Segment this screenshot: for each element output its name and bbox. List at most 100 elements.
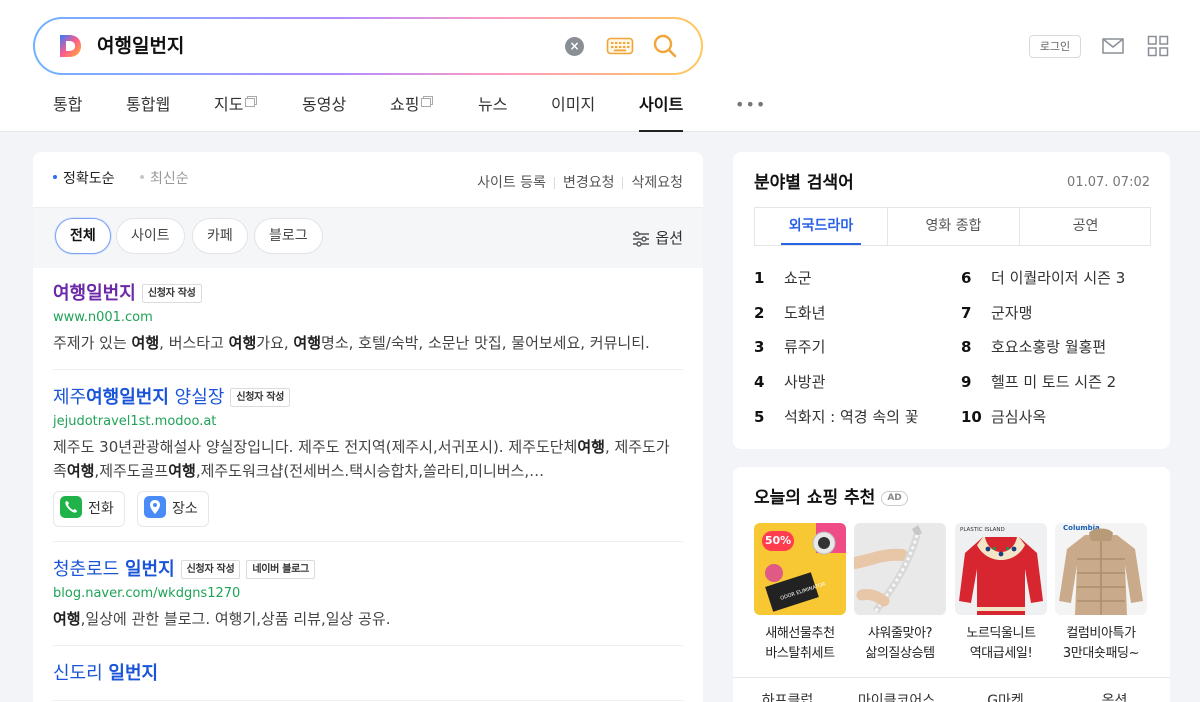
rank-number: 5 <box>754 408 765 426</box>
tab-shopping[interactable]: 쇼핑 <box>390 95 432 132</box>
applicant-badge: 신청자 작성 <box>230 388 291 407</box>
title-highlight: 여행일번지 <box>53 283 136 304</box>
call-button[interactable]: 전화 <box>53 491 125 527</box>
sort-bar: 정확도순 최신순 사이트 등록 변경요청 삭제요청 <box>33 152 703 207</box>
place-label: 장소 <box>172 501 198 517</box>
caption-line: 컬럼비아특가 <box>1066 626 1136 641</box>
sort-latest[interactable]: 최신순 <box>140 170 189 188</box>
site-request-links: 사이트 등록 변경요청 삭제요청 <box>477 172 683 192</box>
product-image <box>854 523 946 615</box>
tab-label: 이미지 <box>551 95 596 114</box>
result-title-link[interactable]: 신도리 일번지 <box>53 663 158 684</box>
filter-blog[interactable]: 블로그 <box>254 218 323 254</box>
login-button[interactable]: 로그인 <box>1029 35 1081 58</box>
search-input[interactable]: 여행일번지 <box>97 33 184 59</box>
panel-title: 오늘의 쇼핑 추천 AD <box>754 487 908 509</box>
tab-label: 사이트 <box>639 95 684 114</box>
shopping-mall-links: 하프클럽 마이클코어스 G마켓 옥션 <box>733 677 1170 702</box>
tab-video[interactable]: 동영상 <box>302 95 346 132</box>
keyword-label: 금심사옥 <box>991 408 1047 426</box>
product-image: ODOR ELIMINATOR 50% <box>754 523 846 615</box>
tab-site[interactable]: 사이트 <box>639 95 684 132</box>
result-url[interactable]: jejudotravel1st.modoo.at <box>53 413 683 430</box>
title-text: 양실장 <box>168 387 225 408</box>
tab-news[interactable]: 뉴스 <box>478 95 507 132</box>
product-card[interactable]: 샤워줄맞아? 삶의질상승템 <box>854 523 946 664</box>
sort-accuracy[interactable]: 정확도순 <box>53 170 115 188</box>
mall-link[interactable]: 마이클코어스 <box>842 690 951 702</box>
result-url[interactable]: blog.naver.com/wkdgns1270 <box>53 585 683 602</box>
update-time: 01.07. 07:02 <box>1067 175 1150 190</box>
register-site-link[interactable]: 사이트 등록 <box>477 175 546 191</box>
category-keywords-panel: 분야별 검색어 01.07. 07:02 외국드라마 영화 종합 공연 1 쇼군 … <box>733 152 1170 449</box>
applicant-badge: 신청자 작성 <box>141 284 202 303</box>
clear-search-button[interactable]: × <box>565 37 584 56</box>
mall-link[interactable]: G마켓 <box>951 690 1060 702</box>
result-title-link[interactable]: 여행일번지 <box>53 283 136 304</box>
place-button[interactable]: 장소 <box>137 491 209 527</box>
keyword-item[interactable]: 1 쇼군 <box>754 266 812 290</box>
product-card[interactable]: ODOR ELIMINATOR 50% 새해선물추천 바스탈취세트 <box>754 523 846 664</box>
tab-map[interactable]: 지도 <box>214 95 256 132</box>
sale-badge: 50% <box>762 531 794 551</box>
product-card[interactable]: Columbia 컬럼비아특가 3만대숏패딩~ <box>1055 523 1147 664</box>
keyword-label: 도화년 <box>784 304 826 322</box>
search-icon[interactable] <box>652 33 678 59</box>
mall-link[interactable]: 하프클럽 <box>733 690 842 702</box>
mall-link[interactable]: 옥션 <box>1060 690 1169 702</box>
keyword-item[interactable]: 7 군자맹 <box>961 301 1032 325</box>
rank-number: 10 <box>961 408 982 426</box>
caption-line: 노르딕울니트 <box>966 626 1036 641</box>
product-card[interactable]: PLASTIC ISLAND 노르딕울니트 역대급세일! <box>955 523 1047 664</box>
more-tabs-button[interactable]: ••• <box>735 95 766 115</box>
keyword-item[interactable]: 4 사방관 <box>754 370 825 394</box>
inactive-dot-icon <box>140 175 144 179</box>
keyword-label: 호요소홍랑 월홍편 <box>991 338 1107 356</box>
tab-foreign-drama[interactable]: 외국드라마 <box>755 208 887 245</box>
keyword-item[interactable]: 8 호요소홍랑 월홍편 <box>961 335 1106 359</box>
keyboard-icon[interactable] <box>606 34 634 58</box>
tab-integrated-web[interactable]: 통합웹 <box>126 95 170 132</box>
result-description: 주제가 있는 여행, 버스타고 여행가요, 여행명소, 호텔/숙박, 소문난 맛… <box>53 334 650 352</box>
search-box-inner[interactable]: 여행일번지 × <box>35 19 701 73</box>
tab-performance[interactable]: 공연 <box>1019 208 1151 245</box>
divider <box>553 177 555 189</box>
apps-grid-icon[interactable] <box>1147 35 1169 57</box>
tab-movies[interactable]: 영화 종합 <box>887 208 1019 245</box>
result-url[interactable]: www.n001.com <box>53 309 683 326</box>
panel-title: 분야별 검색어 <box>754 173 854 193</box>
mail-icon[interactable] <box>1102 37 1124 55</box>
keyword-item[interactable]: 10 금심사옥 <box>961 405 1046 429</box>
title-text: 신도리 <box>53 663 109 684</box>
filter-all[interactable]: 전체 <box>55 218 111 254</box>
keyword-item[interactable]: 5 석화지 : 역경 속의 꽃 <box>754 405 919 429</box>
keyword-item[interactable]: 3 류주기 <box>754 335 825 359</box>
keyword-item[interactable]: 6 더 이퀄라이저 시즌 3 <box>961 266 1125 290</box>
tab-label: 통합웹 <box>126 95 171 114</box>
keyword-label: 더 이퀄라이저 시즌 3 <box>991 269 1126 287</box>
filter-site[interactable]: 사이트 <box>116 218 185 254</box>
keyword-label: 류주기 <box>784 338 826 356</box>
daum-logo-icon[interactable] <box>57 33 83 59</box>
filter-cafe[interactable]: 카페 <box>192 218 248 254</box>
search-box[interactable]: 여행일번지 × <box>33 17 703 75</box>
sort-label: 최신순 <box>150 171 189 187</box>
result-item: 여행일번지 신청자 작성 www.n001.com 주제가 있는 여행, 버스타고… <box>53 282 683 370</box>
keyword-label: 석화지 : 역경 속의 꽃 <box>784 408 919 426</box>
divider <box>622 177 624 189</box>
result-title: 신도리 일번지 <box>53 662 683 686</box>
options-button[interactable]: 옵션 <box>632 227 683 248</box>
product-image: Columbia <box>1055 523 1147 615</box>
keyword-item[interactable]: 2 도화년 <box>754 301 825 325</box>
caption-line: 샤워줄맞아? <box>867 626 933 641</box>
tab-label: 동영상 <box>302 95 347 114</box>
delete-request-link[interactable]: 삭제요청 <box>631 175 683 191</box>
result-title-link[interactable]: 청춘로드 일번지 <box>53 559 175 580</box>
shower-hose-image <box>854 523 946 615</box>
tab-image[interactable]: 이미지 <box>551 95 595 132</box>
keyword-item[interactable]: 9 헬프 미 토드 시즌 2 <box>961 370 1116 394</box>
change-request-link[interactable]: 변경요청 <box>563 175 615 191</box>
result-title-link[interactable]: 제주여행일번지 양실장 <box>53 387 224 408</box>
title-text: 제주 <box>53 387 87 408</box>
tab-integrated[interactable]: 통합 <box>53 95 82 132</box>
